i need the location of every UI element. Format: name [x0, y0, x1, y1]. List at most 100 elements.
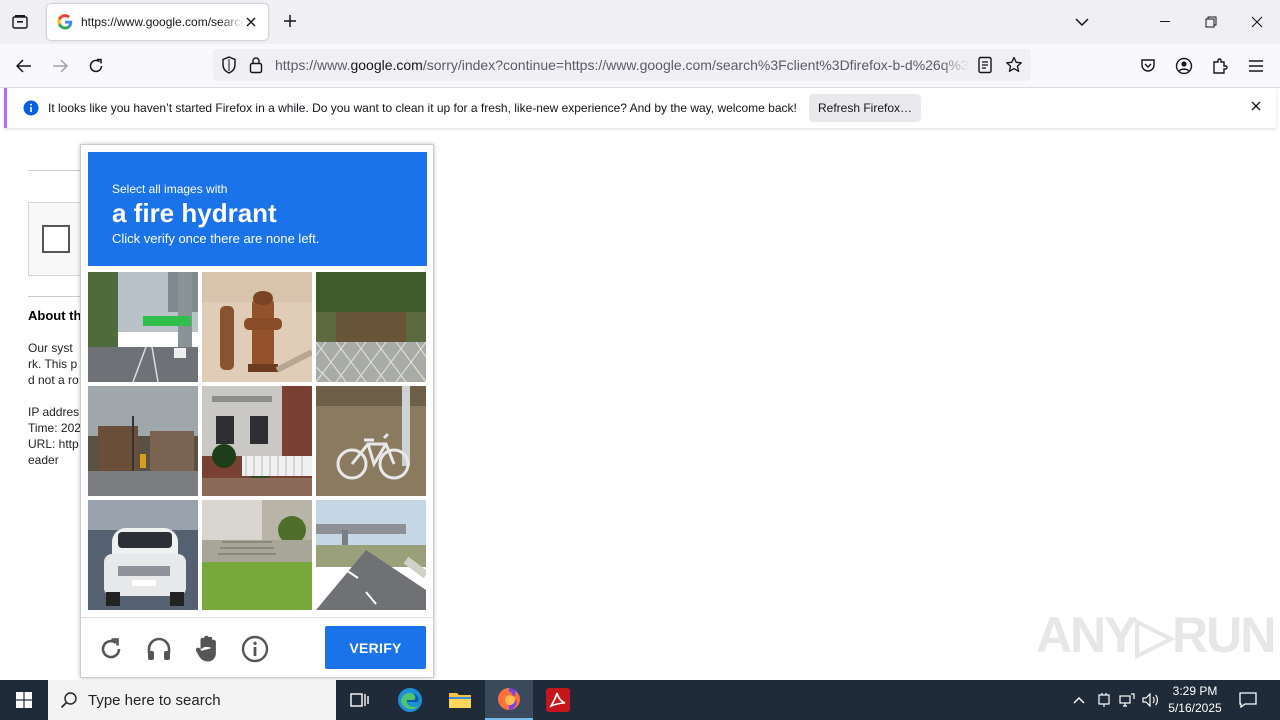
recaptcha-checkbox[interactable]	[42, 225, 70, 253]
shield-icon[interactable]	[221, 56, 237, 74]
speaker-icon	[1142, 693, 1158, 707]
task-view-button[interactable]	[336, 680, 384, 720]
instruction-hint: Click verify once there are none left.	[112, 231, 320, 246]
edge-icon	[398, 688, 422, 712]
info-icon	[241, 635, 269, 663]
account-icon	[1175, 57, 1193, 75]
taskbar-file-explorer[interactable]	[436, 680, 484, 720]
menu-button[interactable]	[1242, 52, 1270, 80]
url-path: /sorry/index?continue=https://www.google…	[422, 57, 969, 73]
clock-time: 3:29 PM	[1172, 684, 1218, 698]
close-icon[interactable]	[1250, 100, 1262, 112]
show-hidden-icons-button[interactable]	[1068, 680, 1090, 720]
text-line: Time: 202	[28, 421, 81, 435]
challenge-info-button[interactable]	[239, 633, 271, 665]
tab-strip: https://www.google.com/search?client=fir…	[0, 0, 1280, 44]
close-window-button[interactable]	[1234, 0, 1280, 44]
pocket-button[interactable]	[1134, 52, 1162, 80]
divider	[28, 296, 88, 297]
windows-logo-icon	[16, 692, 32, 708]
pocket-icon	[1141, 59, 1155, 72]
text-line: eader	[28, 453, 59, 467]
divider	[81, 617, 433, 618]
tab-title: https://www.google.com/search?client=fir…	[81, 15, 244, 29]
firefox-icon	[498, 688, 520, 710]
taskbar-search-box[interactable]: Type here to search	[48, 680, 336, 720]
chevron-down-icon	[1075, 18, 1089, 26]
action-center-button[interactable]	[1236, 680, 1260, 720]
refresh-firefox-button[interactable]: Refresh Firefox…	[809, 94, 921, 122]
url-text[interactable]: https://www.google.com/sorry/index?conti…	[275, 57, 969, 73]
divider	[28, 170, 88, 171]
taskbar-edge[interactable]	[386, 680, 434, 720]
anyrun-watermark: ANY▷RUN	[1036, 607, 1276, 663]
text-line: d not a ro	[28, 373, 79, 387]
reload-challenge-button[interactable]	[95, 633, 127, 665]
text-line: URL: http	[28, 437, 79, 451]
extensions-button[interactable]	[1206, 52, 1234, 80]
image-tile-rusty-fire-hydrant[interactable]	[202, 272, 312, 382]
image-tile-lawn-steps[interactable]	[202, 500, 312, 610]
search-placeholder: Type here to search	[88, 691, 221, 709]
forward-button[interactable]	[46, 52, 74, 80]
device-icon	[1098, 693, 1110, 707]
image-tile-highway-overpass[interactable]	[88, 272, 198, 382]
notification-bar: It looks like you haven’t started Firefo…	[4, 88, 1276, 128]
taskbar-clock[interactable]: 3:29 PM 5/16/2025	[1160, 683, 1230, 717]
back-button[interactable]	[10, 52, 38, 80]
verify-button[interactable]: VERIFY	[325, 626, 426, 669]
windows-taskbar: Type here to search 3:29 PM 5/16/2025	[0, 680, 1280, 720]
network-icon	[1119, 693, 1135, 707]
url-host: google.com	[350, 57, 423, 73]
reload-button[interactable]	[82, 52, 110, 80]
instruction-target: a fire hydrant	[112, 198, 277, 228]
taskbar-firefox[interactable]	[485, 680, 533, 720]
image-tile-trees-fence[interactable]	[316, 272, 426, 382]
start-button[interactable]	[0, 680, 48, 720]
task-view-icon	[350, 693, 369, 707]
acrobat-icon	[546, 688, 570, 712]
new-tab-button[interactable]	[279, 10, 301, 32]
hand-icon	[195, 635, 216, 662]
minimize-button[interactable]	[1142, 0, 1188, 44]
tray-device-icon[interactable]	[1094, 680, 1114, 720]
recaptcha-challenge: Select all images with a fire hydrant Cl…	[80, 144, 434, 678]
reader-view-icon[interactable]	[977, 56, 993, 74]
text-line: rk. This p	[28, 357, 78, 371]
arrow-right-icon	[53, 59, 68, 73]
list-all-tabs-button[interactable]	[1070, 10, 1094, 34]
active-tab[interactable]: https://www.google.com/search?client=fir…	[47, 4, 268, 40]
search-icon	[60, 692, 77, 709]
notification-icon	[1239, 692, 1257, 708]
firefox-view-button[interactable]	[6, 8, 34, 36]
explanation-text: Our syst rk. This p d not a ro IP addres…	[28, 340, 81, 468]
notification-message: It looks like you haven’t started Firefo…	[48, 101, 797, 115]
close-icon	[246, 17, 256, 27]
address-bar[interactable]: https://www.google.com/sorry/index?conti…	[213, 49, 1031, 81]
recaptcha-anchor	[28, 202, 88, 276]
human-verification-button[interactable]	[191, 633, 223, 665]
chevron-up-icon	[1073, 697, 1085, 704]
text-line: IP addres	[28, 405, 80, 419]
close-icon	[1251, 16, 1263, 28]
text-line: Our syst	[28, 341, 73, 355]
image-tile-road-bridge[interactable]	[316, 500, 426, 610]
restore-icon	[1205, 16, 1217, 28]
tray-network-icon[interactable]	[1116, 680, 1138, 720]
image-tile-brick-house-porch[interactable]	[202, 386, 312, 496]
account-button[interactable]	[1170, 52, 1198, 80]
restore-button[interactable]	[1188, 0, 1234, 44]
lock-icon[interactable]	[249, 56, 263, 74]
challenge-header: Select all images with a fire hydrant Cl…	[88, 152, 427, 266]
image-tile-white-car[interactable]	[88, 500, 198, 610]
firefox-view-icon	[12, 15, 28, 29]
image-tile-street-traffic-lights[interactable]	[88, 386, 198, 496]
headphones-icon	[147, 637, 171, 660]
audio-challenge-button[interactable]	[143, 633, 175, 665]
star-icon[interactable]	[1005, 56, 1023, 74]
arrow-left-icon	[16, 59, 31, 73]
tray-volume-icon[interactable]	[1140, 680, 1162, 720]
taskbar-acrobat[interactable]	[534, 680, 582, 720]
close-tab-button[interactable]	[242, 13, 260, 31]
image-tile-bicycle-by-pole[interactable]	[316, 386, 426, 496]
